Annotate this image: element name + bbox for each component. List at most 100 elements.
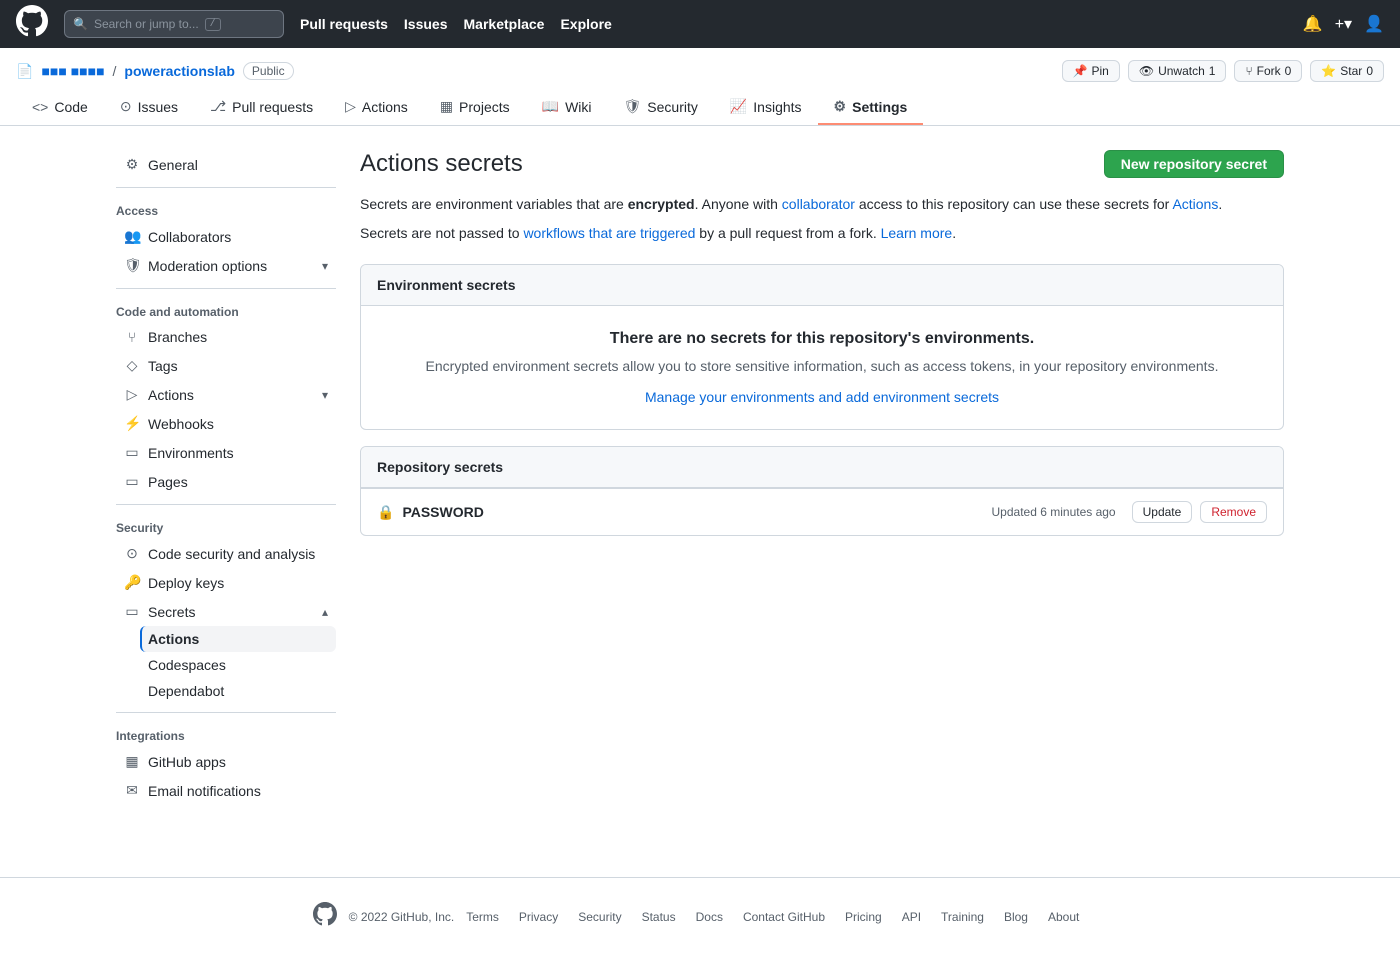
sidebar-item-general[interactable]: ⚙ General [116,150,336,179]
navbar-marketplace[interactable]: Marketplace [464,16,545,32]
sidebar-item-pages[interactable]: ▭ Pages [116,467,336,496]
page-title: Actions secrets [360,150,523,178]
tab-issues[interactable]: ⊙ Issues [104,90,194,125]
navbar-explore[interactable]: Explore [560,16,611,32]
sidebar-security-section: Security ⊙ Code security and analysis 🔑 … [116,513,336,704]
sidebar-item-moderation[interactable]: 🛡 Moderation options ▾ [116,251,336,280]
sidebar-item-code-security[interactable]: ⊙ Code security and analysis [116,539,336,568]
learn-more-link[interactable]: Learn more [881,225,953,241]
main-layout: ⚙ General Access 👥 Collaborators 🛡 Moder… [100,126,1300,837]
sidebar-item-collaborators[interactable]: 👥 Collaborators [116,222,336,251]
star-icon: ⭐ [1321,64,1336,78]
repo-book-icon: 📄 [16,63,33,80]
page-footer: © 2022 GitHub, Inc. Terms Privacy Securi… [0,877,1400,956]
tab-security[interactable]: 🛡 Security [608,90,714,125]
content-header: Actions secrets New repository secret [360,150,1284,178]
tab-code[interactable]: <> Code [16,90,104,125]
sidebar-item-secrets[interactable]: ▭ Secrets ▴ [116,597,336,626]
environment-secrets-empty-desc: Encrypted environment secrets allow you … [377,356,1267,377]
pages-icon: ▭ [124,473,140,490]
sidebar-item-email-notifications[interactable]: ✉ Email notifications [116,776,336,805]
code-icon: <> [32,99,48,115]
sidebar-item-secrets-actions[interactable]: Actions [140,626,336,652]
issues-icon: ⊙ [120,98,132,115]
footer-about[interactable]: About [1048,910,1079,924]
notifications-icon[interactable]: 🔔 [1303,14,1323,34]
footer-training[interactable]: Training [941,910,984,924]
navbar-issues[interactable]: Issues [404,16,448,32]
footer-status[interactable]: Status [642,910,676,924]
footer-privacy[interactable]: Privacy [519,910,558,924]
avatar[interactable]: 👤 [1364,14,1384,34]
workflows-triggered-link[interactable]: workflows that are triggered [523,225,695,241]
tab-pull-requests[interactable]: ⎇ Pull requests [194,90,329,125]
navbar-links: Pull requests Issues Marketplace Explore [300,16,612,32]
star-button[interactable]: ⭐ Star 0 [1310,60,1384,82]
environment-secrets-box: Environment secrets There are no secrets… [360,264,1284,430]
pin-button[interactable]: 📌 Pin [1062,60,1120,82]
tab-wiki[interactable]: 📖 Wiki [526,90,608,125]
main-content: Actions secrets New repository secret Se… [360,150,1284,813]
repo-owner-link[interactable]: ■■■ ■■■■ [41,63,104,79]
sidebar-item-secrets-dependabot[interactable]: Dependabot [140,678,336,704]
search-bar[interactable]: 🔍 Search or jump to... / [64,10,284,38]
actions-nav-icon: ▷ [124,386,140,403]
sidebar-item-environments[interactable]: ▭ Environments [116,438,336,467]
environment-secrets-empty-title: There are no secrets for this repository… [377,330,1267,348]
footer-docs[interactable]: Docs [696,910,723,924]
footer-api[interactable]: API [902,910,921,924]
sidebar-item-tags[interactable]: ◇ Tags [116,351,336,380]
fork-button[interactable]: ⑂ Fork 0 [1234,60,1302,82]
apps-icon: ▦ [124,753,140,770]
sidebar-item-secrets-codespaces[interactable]: Codespaces [140,652,336,678]
footer-blog[interactable]: Blog [1004,910,1028,924]
actions-link[interactable]: Actions [1172,196,1218,212]
remove-secret-button[interactable]: Remove [1200,501,1267,523]
repository-secrets-box: Repository secrets 🔒 PASSWORD Updated 6 … [360,446,1284,536]
footer-terms[interactable]: Terms [466,910,499,924]
sidebar-code-title: Code and automation [116,297,336,323]
search-icon: 🔍 [73,17,88,31]
footer-pricing[interactable]: Pricing [845,910,882,924]
tab-actions[interactable]: ▷ Actions [329,90,424,125]
collaborator-link[interactable]: collaborator [782,196,855,212]
sidebar-divider-3 [116,504,336,505]
chevron-up-icon: ▴ [322,605,328,619]
moderation-icon: 🛡 [124,257,140,274]
eye-icon: 👁 [1139,64,1154,78]
add-icon[interactable]: +▾ [1335,14,1352,34]
search-shortcut: / [205,18,221,31]
sidebar-access-title: Access [116,196,336,222]
pr-icon: ⎇ [210,98,226,115]
footer-security[interactable]: Security [578,910,621,924]
repo-name-link[interactable]: poweractionslab [124,63,234,79]
webhook-icon: ⚡ [124,415,140,432]
chevron-down-icon-actions: ▾ [322,388,328,402]
tab-insights[interactable]: 📈 Insights [714,90,818,125]
footer-contact[interactable]: Contact GitHub [743,910,825,924]
sidebar-item-webhooks[interactable]: ⚡ Webhooks [116,409,336,438]
navbar-pull-requests[interactable]: Pull requests [300,16,388,32]
security-icon: 🛡 [624,98,642,115]
sidebar-secrets-subitems: Actions Codespaces Dependabot [140,626,336,704]
new-repository-secret-button[interactable]: New repository secret [1104,150,1284,178]
gear-icon: ⚙ [124,156,140,173]
repo-action-buttons: 📌 Pin 👁 Unwatch 1 ⑂ Fork 0 ⭐ Star 0 [1062,60,1384,82]
sidebar-item-github-apps[interactable]: ▦ GitHub apps [116,747,336,776]
watch-button[interactable]: 👁 Unwatch 1 [1128,60,1227,82]
sidebar-item-branches[interactable]: ⑂ Branches [116,323,336,351]
search-placeholder: Search or jump to... [94,17,199,31]
tab-projects[interactable]: ▦ Projects [424,90,526,125]
github-logo-icon[interactable] [16,5,48,43]
environment-secrets-header: Environment secrets [361,265,1283,306]
navbar-actions: 🔔 +▾ 👤 [1303,14,1384,34]
star-count: 0 [1366,64,1373,78]
top-navbar: 🔍 Search or jump to... / Pull requests I… [0,0,1400,48]
sidebar-security-title: Security [116,513,336,539]
sidebar-item-actions[interactable]: ▷ Actions ▾ [116,380,336,409]
secret-row-password: 🔒 PASSWORD Updated 6 minutes ago Update … [361,488,1283,535]
tab-settings[interactable]: ⚙ Settings [818,90,924,125]
update-secret-button[interactable]: Update [1132,501,1193,523]
sidebar-item-deploy-keys[interactable]: 🔑 Deploy keys [116,568,336,597]
manage-environments-link[interactable]: Manage your environments and add environ… [645,389,999,405]
